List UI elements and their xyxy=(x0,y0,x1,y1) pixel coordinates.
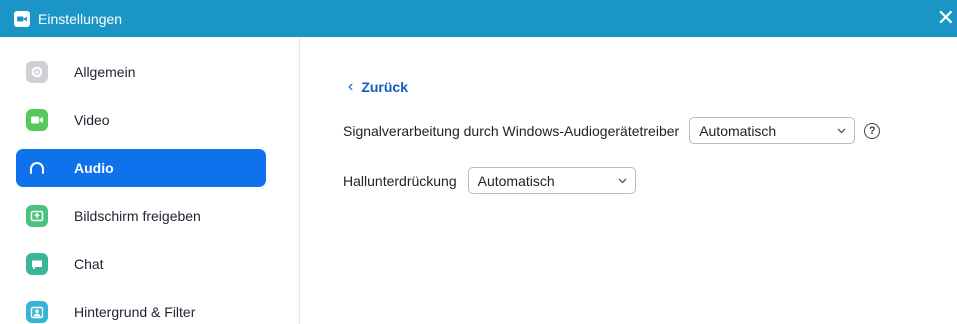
chevron-down-icon xyxy=(837,128,846,134)
sidebar-item-chat[interactable]: Chat xyxy=(16,245,266,283)
sidebar-item-video[interactable]: Video xyxy=(16,101,266,139)
video-camera-icon xyxy=(26,109,48,131)
sidebar-item-label: Chat xyxy=(74,256,104,272)
person-background-icon xyxy=(26,301,48,323)
zoom-app-icon xyxy=(14,10,30,27)
signal-processing-select[interactable]: Automatisch xyxy=(689,117,856,144)
back-link-label: Zurück xyxy=(361,79,409,95)
sidebar-item-label: Bildschirm freigeben xyxy=(74,208,201,224)
close-button[interactable]: ✕ xyxy=(935,0,957,37)
sidebar-item-label: Allgemein xyxy=(74,64,136,80)
chat-bubble-icon xyxy=(26,253,48,275)
sidebar-item-label: Audio xyxy=(74,160,114,176)
back-link[interactable]: ‹ Zurück xyxy=(348,78,408,96)
signal-processing-label: Signalverarbeitung durch Windows-Audioge… xyxy=(343,122,680,139)
title-bar: Einstellungen ✕ xyxy=(0,0,957,37)
headphones-icon xyxy=(26,157,48,179)
sidebar-item-label: Hintergrund & Filter xyxy=(74,304,196,320)
chevron-left-icon: ‹ xyxy=(348,78,354,95)
help-icon[interactable]: ? xyxy=(864,122,881,139)
echo-cancellation-select[interactable]: Automatisch xyxy=(467,167,636,194)
echo-cancellation-value: Automatisch xyxy=(477,172,555,189)
signal-processing-row: Signalverarbeitung durch Windows-Audioge… xyxy=(343,117,881,144)
audio-settings-panel: ‹ Zurück Signalverarbeitung durch Window… xyxy=(301,37,957,324)
sidebar-item-audio[interactable]: Audio xyxy=(16,149,266,187)
settings-sidebar: Allgemein Video Audio Bildschirm freigeb… xyxy=(0,37,300,324)
sidebar-item-label: Video xyxy=(74,112,110,128)
window-title: Einstellungen xyxy=(38,10,123,27)
share-screen-icon xyxy=(26,205,48,227)
signal-processing-value: Automatisch xyxy=(699,122,777,139)
echo-cancellation-label: Hallunterdrückung xyxy=(343,172,457,189)
sidebar-item-hintergrund-filter[interactable]: Hintergrund & Filter xyxy=(16,293,266,324)
echo-cancellation-row: Hallunterdrückung Automatisch xyxy=(343,167,636,194)
chevron-down-icon xyxy=(618,178,627,184)
sidebar-item-bildschirm-freigeben[interactable]: Bildschirm freigeben xyxy=(16,197,266,235)
sidebar-item-allgemein[interactable]: Allgemein xyxy=(16,53,266,91)
gear-icon xyxy=(26,61,48,83)
